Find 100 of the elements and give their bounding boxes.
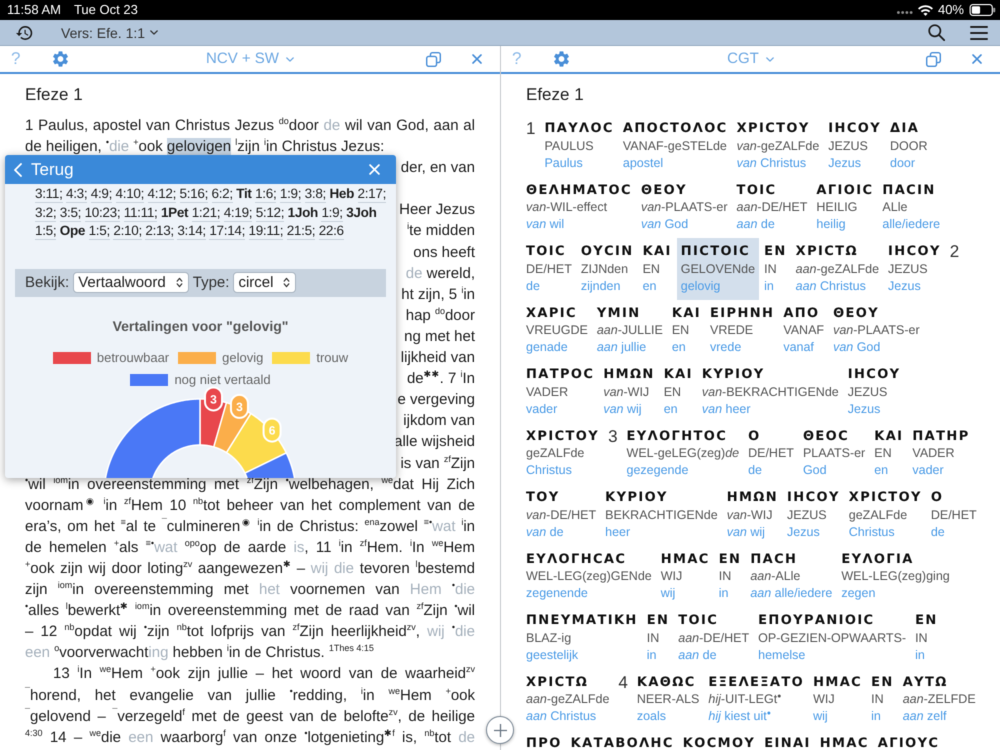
close-icon[interactable] bbox=[972, 54, 982, 64]
copy-icon[interactable] bbox=[926, 52, 941, 66]
reference-link[interactable]: 4:12; bbox=[148, 186, 176, 203]
interlinear-word[interactable]: ΕΠΟΥΡΑΝΙΟΙϹ OP-GEZIEN-OPWAARTS- hemelse bbox=[754, 607, 910, 668]
type-select[interactable]: circel bbox=[233, 272, 296, 293]
menu-icon[interactable] bbox=[970, 26, 988, 40]
reference-link[interactable]: 6:2; bbox=[212, 186, 233, 203]
interlinear-word[interactable]: ΔΙΑ DOOR door bbox=[886, 115, 932, 176]
interlinear-word[interactable]: ΕΝ IN in bbox=[867, 668, 898, 730]
settings-icon[interactable] bbox=[53, 51, 68, 67]
interlinear-word[interactable]: ΠΑΤΗΡ VADER vader bbox=[908, 422, 974, 484]
interlinear-word[interactable]: ΧΡΙϹΤΟΥ van-geZALFde van Christus bbox=[732, 115, 824, 176]
settings-icon[interactable] bbox=[554, 51, 570, 67]
interlinear-word[interactable]: ΤΟΥ van-DE/HET van de bbox=[522, 484, 600, 546]
interlinear-word[interactable]: ΕΞΕΛΕΞΑΤΟ hij-UIT-LEGt$^{●}$ hij kiest uit$^{●}$ bbox=[704, 668, 808, 730]
reference-link[interactable]: 2:13; bbox=[145, 223, 174, 240]
reference-link[interactable]: 1:6; bbox=[255, 186, 276, 203]
interlinear-word[interactable]: ΕΝ IN in bbox=[714, 546, 746, 607]
interlinear-word[interactable]: ΘΕΛΗΜΑΤΟϹ van-WIL-effect van wil bbox=[522, 176, 636, 238]
search-icon[interactable] bbox=[928, 24, 945, 41]
reference-link[interactable]: 5:12; bbox=[256, 204, 284, 222]
interlinear-word[interactable]: ΧΡΙϹΤΟΥ geZALFde Christus bbox=[522, 422, 604, 484]
interlinear-word[interactable]: ΗΜΑϹ WIJ wij bbox=[656, 546, 714, 607]
interlinear-word[interactable]: Ο DE/HET de bbox=[744, 422, 798, 484]
interlinear-word[interactable]: ΧΡΙϹΤΟΥ geZALFde Christus bbox=[844, 484, 926, 546]
interlinear-word[interactable]: Ο DE/HET de bbox=[926, 484, 981, 546]
interlinear-word[interactable]: ΗΜΑϹ bbox=[816, 730, 873, 750]
interlinear-word[interactable]: ΚΑΘΩϹ NEER-ALS zoals bbox=[632, 668, 704, 730]
interlinear-word[interactable]: ΕΥΛΟΓΙΑ WEL-LEG(zeg)ging zegen bbox=[837, 546, 954, 607]
interlinear-word[interactable]: ΠΑϹΗ aan-ALle aan alle/iedere bbox=[746, 546, 836, 607]
interlinear-word[interactable]: ΤΟΙϹ aan-DE/HET aan de bbox=[674, 607, 754, 668]
interlinear-word[interactable]: ΠΡΟ bbox=[522, 730, 566, 750]
reference-link[interactable]: 4:19; bbox=[224, 204, 252, 222]
interlinear-word[interactable]: ΠΙϹΤΟΙϹ GELOVENde gelovig bbox=[676, 238, 760, 300]
interlinear-word[interactable]: ΑΠΟ VANAF vanaf bbox=[779, 300, 828, 361]
reference-link[interactable]: 2:10; bbox=[113, 223, 142, 240]
interlinear-word[interactable]: ΑΥΤΩ aan-ZELFDE aan zelf bbox=[898, 668, 980, 730]
interlinear-word[interactable]: ΚΑΙ EN en bbox=[660, 361, 697, 422]
interlinear-word[interactable]: ΕΥΛΟΓΗϹΑϹ WEL-LEG(zeg)GENde zegenende bbox=[522, 546, 656, 607]
interlinear-word[interactable]: ΕΝ IN in bbox=[642, 607, 674, 668]
add-button[interactable] bbox=[486, 716, 514, 744]
interlinear-word[interactable]: ΕΙΝΑΙ bbox=[760, 730, 815, 750]
interlinear-word[interactable]: ΕΥΛΟΓΗΤΟϹ WEL-geLEG(zeg)de gezegende bbox=[622, 422, 744, 484]
reference-link[interactable]: 1:9; bbox=[321, 204, 343, 222]
reference-link[interactable]: 3:8; bbox=[304, 186, 326, 203]
interlinear-word[interactable]: ΚΥΡΙΟΥ van-BEKRACHTIGENde van heer bbox=[698, 361, 843, 422]
reference-link[interactable]: 2:17; bbox=[358, 186, 386, 203]
interlinear-word[interactable]: ΚΟϹΜΟΥ bbox=[678, 730, 760, 750]
interlinear-word[interactable]: ΘΕΟϹ PLAATS-er God bbox=[798, 422, 870, 484]
interlinear-word[interactable]: ΠΑΤΡΟϹ VADER vader bbox=[522, 361, 598, 422]
verse-selector[interactable]: Vers: Efe. 1:1 bbox=[61, 24, 158, 40]
reference-link[interactable]: 11:11; bbox=[124, 204, 158, 222]
interlinear-word[interactable]: ΗΜΩΝ van-WIJ van wij bbox=[722, 484, 782, 546]
interlinear-word[interactable]: ΘΕΟΥ van-PLAATS-er van God bbox=[829, 300, 924, 361]
interlinear-word[interactable]: ΚΥΡΙΟΥ BEKRACHTIGENde heer bbox=[601, 484, 722, 546]
interlinear-word[interactable]: ΚΑΙ EN en bbox=[870, 422, 908, 484]
reference-link[interactable]: 1:5; bbox=[35, 223, 56, 240]
interlinear-word[interactable]: ΧΡΙϹΤΩ aan-geZALFde aan Christus bbox=[792, 238, 884, 300]
reference-link[interactable]: 5:16; bbox=[180, 186, 208, 203]
interlinear-word[interactable]: ΑΓΙΟΥϹ bbox=[874, 730, 944, 750]
interlinear-word[interactable]: ΚΑΙ EN en bbox=[638, 238, 676, 300]
reference-link[interactable]: 4:3; bbox=[66, 186, 88, 203]
interlinear-word[interactable]: ΤΟΙϹ DE/HET de bbox=[522, 238, 576, 300]
reference-link[interactable]: 3:14; bbox=[177, 223, 206, 240]
back-button[interactable]: Terug bbox=[14, 160, 74, 180]
interlinear-word[interactable]: ΑΠΟϹΤΟΛΟϹ VANAF-geSTELde apostel bbox=[618, 115, 732, 176]
reference-link[interactable]: 17:14; bbox=[209, 223, 246, 240]
copy-icon[interactable] bbox=[426, 52, 441, 66]
reference-link[interactable]: 4:10; bbox=[116, 186, 144, 203]
interlinear-word[interactable]: ΕΙΡΗΝΗ VREDE vrede bbox=[706, 300, 778, 361]
reference-link[interactable]: 1:9; bbox=[280, 186, 302, 203]
interlinear-word[interactable]: ΠΝΕΥΜΑΤΙΚΗ BLAZ-ig geestelijk bbox=[522, 607, 642, 668]
interlinear-word[interactable]: ΥΜΙΝ aan-JULLIE aan jullie bbox=[592, 300, 667, 361]
interlinear-word[interactable]: ΙΗϹΟΥ JEZUS Jezus bbox=[824, 115, 886, 176]
interlinear-word[interactable]: ΘΕΟΥ van-PLAATS-er van God bbox=[636, 176, 732, 238]
interlinear-word[interactable]: ΕΝ IN in bbox=[760, 238, 791, 300]
reference-link[interactable]: 19:11; bbox=[248, 223, 284, 240]
interlinear-word[interactable]: ΤΟΙϹ aan-DE/HET aan de bbox=[732, 176, 812, 238]
reference-link[interactable]: 3:11; bbox=[35, 186, 63, 203]
interlinear-word[interactable]: ΗΜΑϹ WIJ wij bbox=[809, 668, 866, 730]
reference-link[interactable]: 1:5; bbox=[88, 223, 110, 240]
interlinear-word[interactable]: ΧΡΙϹΤΩ aan-geZALFde aan Christus bbox=[522, 668, 614, 730]
reference-link[interactable]: 4:9; bbox=[90, 186, 112, 203]
reference-link[interactable]: 1:21; bbox=[192, 204, 220, 222]
interlinear-word[interactable]: ΙΗϹΟΥ JEZUS Jezus bbox=[783, 484, 844, 546]
reference-link[interactable]: 3:5; bbox=[60, 204, 82, 222]
interlinear-word[interactable]: ΚΑΤΑΒΟΛΗϹ bbox=[566, 730, 678, 750]
interlinear-word[interactable]: ΙΗϹΟΥ JEZUS Jezus bbox=[884, 238, 945, 300]
view-select[interactable]: Vertaalwoord bbox=[73, 272, 189, 293]
reference-link[interactable]: 10:23; bbox=[84, 204, 120, 222]
interlinear-word[interactable]: ΗΜΩΝ van-WIJ van wij bbox=[599, 361, 659, 422]
reference-link[interactable]: 21:5; bbox=[286, 223, 316, 240]
interlinear-word[interactable]: ΠΑϹΙΝ ALle alle/iedere bbox=[878, 176, 944, 238]
interlinear-word[interactable]: ΠΑΥΛΟϹ PAULUS Paulus bbox=[540, 115, 618, 176]
reference-link[interactable]: 3:2; bbox=[35, 204, 56, 222]
close-icon[interactable] bbox=[472, 54, 482, 64]
interlinear-word[interactable]: ΧΑΡΙϹ VREUGDE genade bbox=[522, 300, 592, 361]
history-icon[interactable] bbox=[16, 26, 33, 40]
interlinear-word[interactable]: ΑΓΙΟΙϹ HEILIG heilig bbox=[812, 176, 878, 238]
interlinear-word[interactable]: ΚΑΙ EN en bbox=[668, 300, 706, 361]
